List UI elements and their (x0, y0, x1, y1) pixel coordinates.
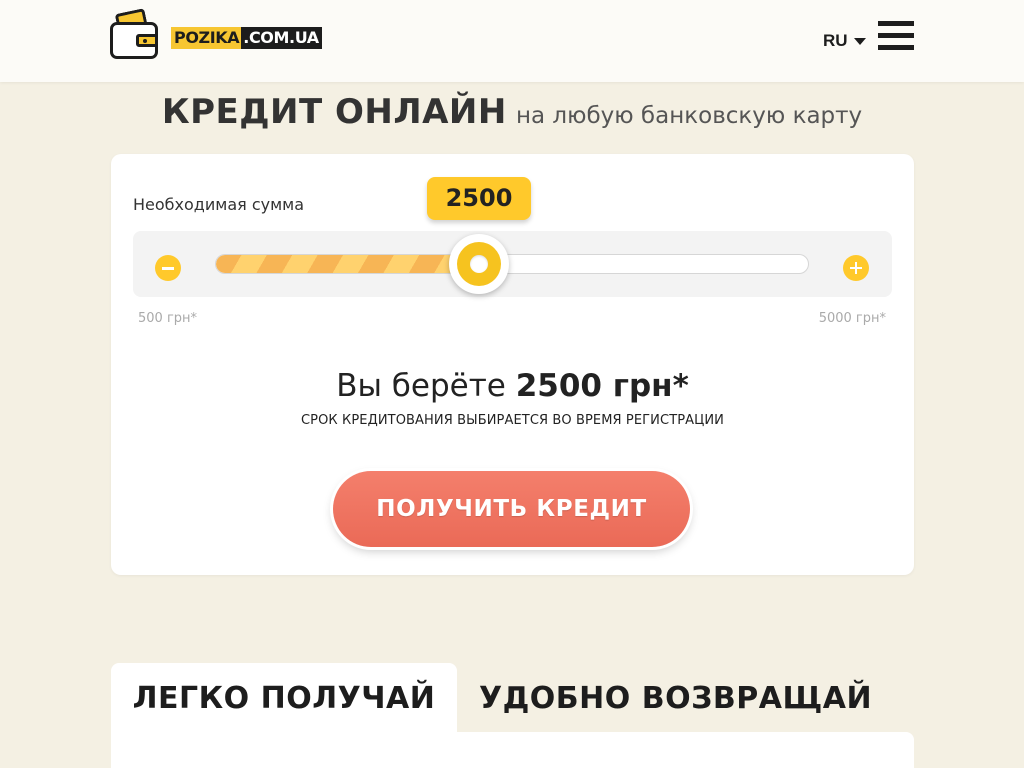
language-selector[interactable]: RU (823, 31, 866, 51)
loan-calculator-card: Необходимая сумма 2500 500 грн* 5000 грн… (111, 154, 914, 575)
site-header: POZIKA .COM.UA RU (0, 0, 1024, 82)
loan-summary: Вы берёте 2500 грн* (111, 368, 914, 404)
wallet-icon (110, 8, 160, 60)
slider-min-label: 500 грн* (138, 311, 198, 326)
caret-down-icon (853, 38, 866, 45)
amount-value-bubble: 2500 (427, 177, 531, 220)
tab-easy-return[interactable]: УДОБНО ВОЗВРАЩАЙ (457, 663, 894, 729)
hamburger-menu-icon[interactable] (878, 21, 914, 51)
amount-slider-track[interactable] (215, 254, 809, 274)
minus-icon[interactable] (155, 255, 181, 281)
slider-max-label: 5000 грн* (818, 311, 886, 326)
tab-content-panel (111, 732, 914, 768)
headline-subtitle: на любую банковскую карту (515, 103, 863, 129)
amount-slider-handle[interactable] (449, 234, 509, 294)
loan-summary-prefix: Вы берёте (336, 368, 506, 404)
logo-text-domain: .COM.UA (241, 27, 322, 49)
language-code: RU (823, 31, 848, 50)
headline-main: КРЕДИТ ОНЛАЙН (161, 92, 507, 132)
loan-summary-amount: 2500 грн* (515, 368, 689, 404)
get-credit-button[interactable]: ПОЛУЧИТЬ КРЕДИТ (333, 471, 690, 547)
tab-easy-get-label: ЛЕГКО ПОЛУЧАЙ (132, 681, 436, 716)
logo-text: POZIKA .COM.UA (171, 27, 322, 49)
plus-icon[interactable] (843, 255, 869, 281)
logo-text-primary: POZIKA (171, 27, 242, 49)
loan-term-note: СРОК КРЕДИТОВАНИЯ ВЫБИРАЕТСЯ ВО ВРЕМЯ РЕ… (300, 413, 725, 428)
tab-easy-return-label: УДОБНО ВОЗВРАЩАЙ (478, 681, 873, 716)
site-logo[interactable]: POZIKA .COM.UA (110, 8, 322, 60)
amount-slider-container (133, 231, 892, 297)
amount-label: Необходимая сумма (133, 195, 305, 214)
page-headline: КРЕДИТ ОНЛАЙН на любую банковскую карту (0, 92, 1024, 132)
